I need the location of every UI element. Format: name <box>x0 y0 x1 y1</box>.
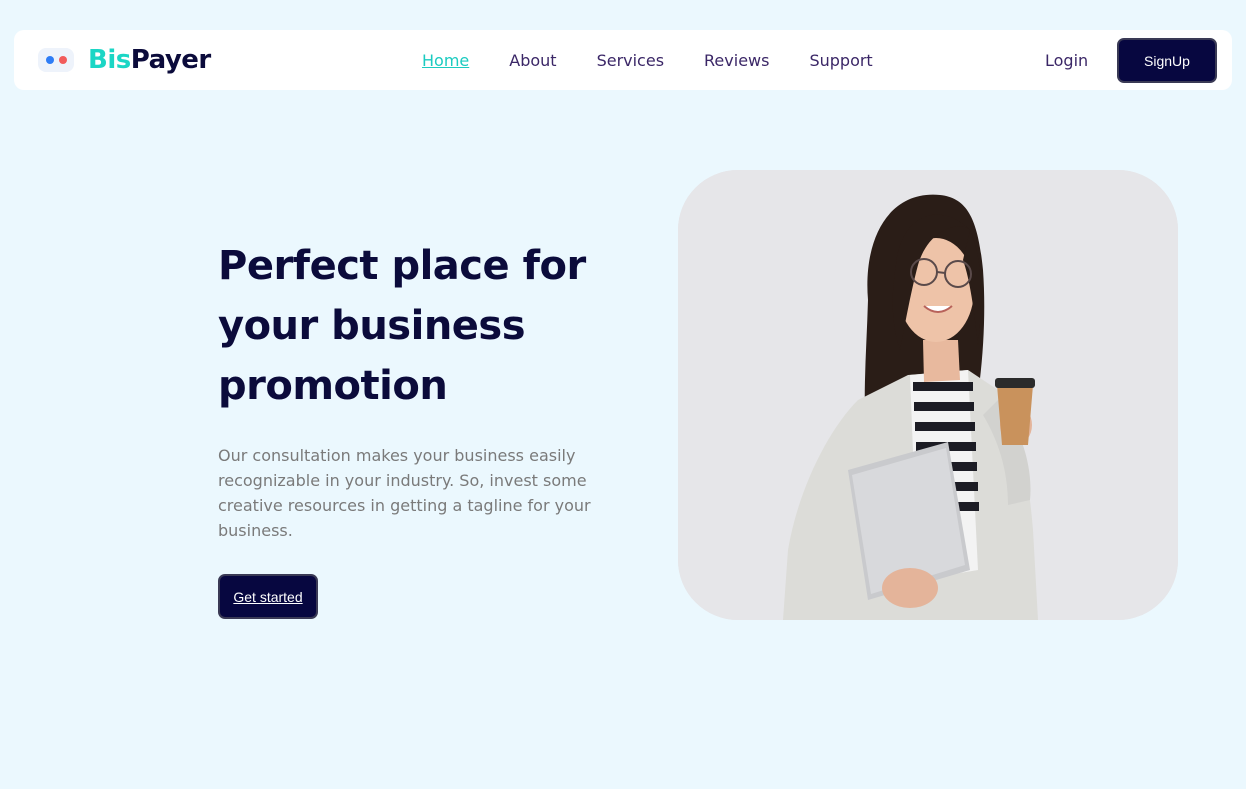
hero-description-line: business. <box>218 521 293 540</box>
signup-button[interactable]: SignUp <box>1117 38 1217 83</box>
logo[interactable]: BisPayer <box>38 30 211 90</box>
nav-links: Home About Services Reviews Support <box>422 30 913 90</box>
hero-title-line: your business <box>218 303 526 349</box>
nav-link-home[interactable]: Home <box>422 51 469 70</box>
hero-title-line: Perfect place for <box>218 243 586 289</box>
hero-description-line: Our consultation makes your business eas… <box>218 446 576 465</box>
navbar: BisPayer Home About Services Reviews Sup… <box>14 30 1232 90</box>
nav-link-support[interactable]: Support <box>809 51 872 70</box>
hero-title-line: promotion <box>218 363 448 409</box>
get-started-button[interactable]: Get started <box>218 574 318 619</box>
brand-name: BisPayer <box>88 45 211 75</box>
brand-name-part1: Bis <box>88 45 131 75</box>
hero-description-line: recognizable in your industry. So, inves… <box>218 471 587 490</box>
hero-description-line: creative resources in getting a tagline … <box>218 496 591 515</box>
hero-description: Our consultation makes your business eas… <box>218 443 598 543</box>
brand-name-part2: Payer <box>130 45 212 75</box>
hero-image <box>678 170 1178 620</box>
nav-link-services[interactable]: Services <box>597 51 664 70</box>
hero-title: Perfect place for your business promotio… <box>218 236 618 416</box>
login-link[interactable]: Login <box>1045 30 1088 90</box>
logo-mark-icon <box>38 48 74 72</box>
nav-link-reviews[interactable]: Reviews <box>704 51 769 70</box>
businesswoman-photo <box>678 170 1178 620</box>
nav-link-about[interactable]: About <box>509 51 556 70</box>
